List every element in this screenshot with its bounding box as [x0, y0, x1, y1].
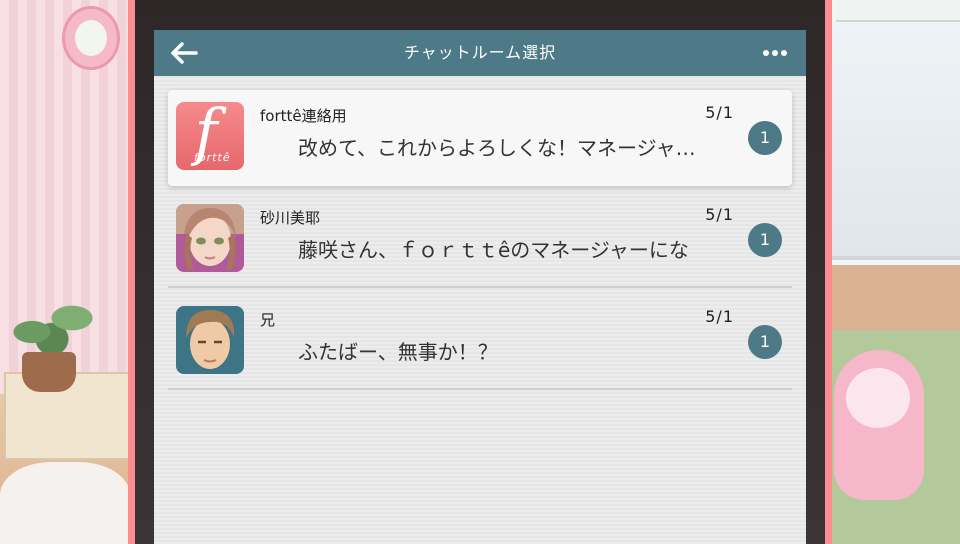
plant-leaves	[2, 290, 102, 360]
header-bar: チャットルーム選択	[154, 30, 806, 76]
chat-preview: 改めて、これからよろしくな！マネージャ…	[298, 136, 696, 160]
chat-room-select-screen: チャットルーム選択 f forttê forttê連絡用 5/1 改めて、これか…	[154, 30, 806, 544]
chat-room-item[interactable]: f forttê forttê連絡用 5/1 改めて、これからよろしくな！マネー…	[168, 90, 792, 186]
unread-badge: 1	[748, 223, 782, 257]
fortte-logo-avatar: f forttê	[176, 102, 244, 170]
character-portrait-icon	[176, 204, 244, 272]
more-dots-icon	[781, 50, 787, 56]
more-button[interactable]	[758, 38, 792, 68]
chat-room-item[interactable]: 砂川美耶 5/1 藤咲さん、ｆｏｒｔｔêのマネージャーにな 1	[168, 192, 792, 288]
chat-date: 5/1	[705, 205, 734, 224]
chat-preview: 藤咲さん、ｆｏｒｔｔêのマネージャーにな	[298, 238, 689, 262]
page-title: チャットルーム選択	[403, 43, 557, 62]
chat-preview: ふたばー、無事か！？	[298, 340, 498, 364]
chat-name: 砂川美耶	[260, 209, 321, 227]
unread-badge: 1	[748, 325, 782, 359]
character-portrait-icon	[176, 306, 244, 374]
more-dots-icon	[763, 50, 769, 56]
avatar	[176, 204, 244, 272]
more-dots-icon	[772, 50, 778, 56]
window	[832, 20, 960, 260]
rug	[0, 462, 130, 544]
wall-clock	[62, 6, 120, 70]
chat-room-item[interactable]: 兄 5/1 ふたばー、無事か！？ 1	[168, 294, 792, 390]
air-conditioner	[836, 0, 960, 22]
chat-name: forttê連絡用	[260, 107, 347, 125]
unread-badge: 1	[748, 121, 782, 155]
avatar	[176, 306, 244, 374]
arrow-left-icon	[171, 42, 198, 64]
chat-name: 兄	[260, 311, 276, 329]
logo-word: forttê	[194, 151, 231, 164]
plant-pot	[22, 352, 76, 392]
chat-date: 5/1	[705, 103, 734, 122]
cat-plush	[834, 350, 924, 500]
chat-room-list: f forttê forttê連絡用 5/1 改めて、これからよろしくな！マネー…	[168, 90, 792, 390]
chat-date: 5/1	[705, 307, 734, 326]
back-button[interactable]	[168, 38, 200, 68]
